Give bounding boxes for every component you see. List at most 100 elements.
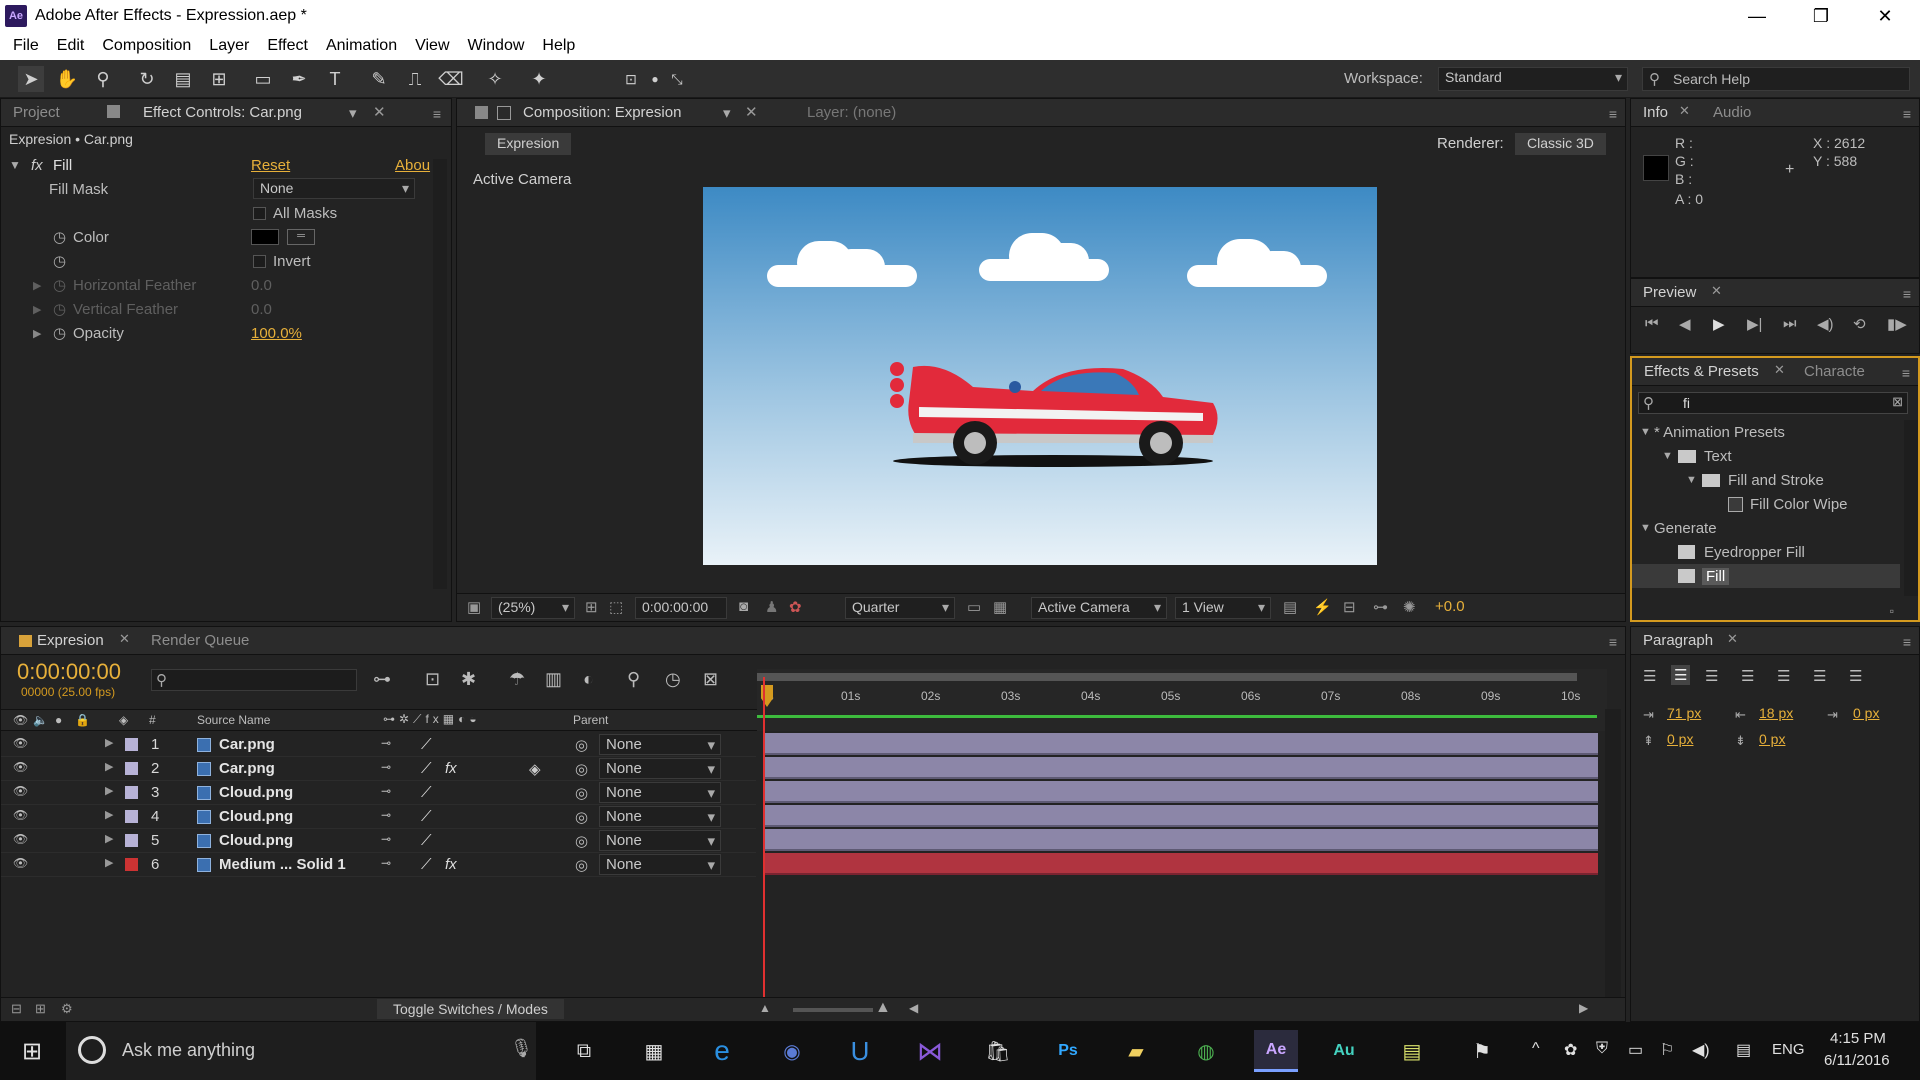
about-link[interactable]: Abou <box>395 157 430 174</box>
store-app-icon[interactable]: 🛍 <box>976 1030 1020 1072</box>
close-tab-icon[interactable]: ✕ <box>119 631 130 647</box>
auto-keyframe-icon[interactable]: ◷ <box>665 669 681 690</box>
menu-file[interactable]: File <box>4 37 48 55</box>
close-tab-icon[interactable]: ✕ <box>373 103 386 121</box>
close-tab-icon[interactable]: ✕ <box>1727 631 1738 647</box>
edge-browser-icon[interactable]: e <box>700 1030 744 1072</box>
last-frame-icon[interactable]: ⏭ <box>1783 315 1797 332</box>
tree-item-fill-color-wipe[interactable]: Fill Color Wipe <box>1632 492 1900 516</box>
tree-item-eyedropper-fill[interactable]: Eyedropper Fill <box>1632 540 1900 564</box>
panel-menu-icon[interactable]: ≡ <box>1609 106 1617 122</box>
space-after-value[interactable]: 0 px <box>1759 731 1785 747</box>
lock-icon[interactable] <box>475 106 488 119</box>
panel-menu-icon[interactable]: ≡ <box>1902 365 1910 381</box>
color-swatch[interactable] <box>251 229 279 245</box>
layer-duration-bar[interactable] <box>763 733 1598 755</box>
snapshot-camera-icon[interactable]: ◙ <box>739 598 748 615</box>
panel-menu-icon[interactable]: ≡ <box>1903 106 1911 122</box>
chromium-browser-icon[interactable]: ◉ <box>770 1030 814 1072</box>
text-tool-icon[interactable]: T <box>322 66 348 92</box>
tab-composition[interactable]: Composition: Expresion <box>523 104 681 121</box>
fill-mask-dropdown[interactable]: None <box>253 178 415 199</box>
expand-triangle-icon[interactable]: ▼ <box>1640 522 1651 534</box>
channel-icon[interactable]: ✿ <box>789 598 802 616</box>
clear-search-icon[interactable]: ⊠ <box>1892 394 1903 410</box>
clone-stamp-tool-icon[interactable]: ⎍ <box>402 66 428 92</box>
layer-switches-icon[interactable]: ⊟ <box>11 1001 22 1017</box>
draft-3d-icon[interactable]: ⊡ <box>425 669 440 690</box>
audio-icon[interactable]: 🔈 <box>33 713 48 727</box>
motion-blur-icon[interactable]: ▥ <box>545 669 562 690</box>
space-before-value[interactable]: 0 px <box>1667 731 1693 747</box>
brush-tool-icon[interactable]: ✎ <box>366 66 392 92</box>
windows-start-icon[interactable]: ⊞ <box>10 1030 54 1072</box>
expand-triangle-icon[interactable]: ▼ <box>1640 426 1651 438</box>
cloud-image[interactable] <box>1187 235 1327 291</box>
close-tab-icon[interactable]: ✕ <box>1774 362 1785 378</box>
language-indicator[interactable]: ENG <box>1772 1041 1805 1058</box>
eyedropper-icon[interactable]: ═ <box>287 229 315 245</box>
tab-info[interactable]: Info <box>1631 104 1680 121</box>
roto-brush-tool-icon[interactable]: ✧ <box>482 66 508 92</box>
all-masks-checkbox[interactable] <box>253 206 266 220</box>
flowchart-icon[interactable]: ⊶ <box>1373 598 1388 616</box>
mask-visibility-icon[interactable]: ⬚ <box>609 598 623 616</box>
layer-search-field[interactable]: ⚲ <box>151 669 357 691</box>
toggle-pixel-icon[interactable]: ▤ <box>1283 598 1297 616</box>
justify-all-icon[interactable]: ☰ <box>1849 667 1862 685</box>
view-layout-dropdown[interactable]: 1 View <box>1175 597 1271 619</box>
expand-triangle-icon[interactable]: ▶ <box>33 327 41 340</box>
loop-icon[interactable]: ⟲ <box>1853 315 1866 333</box>
time-ruler[interactable]: 0s01s02s03s04s05s06s07s08s09s10s <box>757 669 1607 731</box>
file-explorer-icon[interactable]: ▰ <box>1114 1030 1158 1072</box>
indent-left-value[interactable]: 71 px <box>1667 705 1701 721</box>
work-area-bar[interactable] <box>757 673 1577 681</box>
scrollbar[interactable] <box>1904 420 1918 596</box>
tab-layer[interactable]: Layer: (none) <box>807 104 896 121</box>
tab-timeline[interactable]: Expresion <box>37 632 104 649</box>
unreal-editor-icon[interactable]: U <box>838 1030 882 1072</box>
chrome-browser-icon[interactable]: ◍ <box>1184 1030 1228 1072</box>
shy-layers-icon[interactable]: ✱ <box>461 669 476 690</box>
volume-icon[interactable]: ◀) <box>1692 1040 1710 1060</box>
tree-item-generate[interactable]: ▼ Generate <box>1632 516 1900 540</box>
visibility-icon[interactable]: 👁 <box>13 713 28 727</box>
tray-app-icon[interactable]: ✿ <box>1564 1040 1577 1060</box>
align-left-icon[interactable]: ☰ <box>1643 667 1656 685</box>
clock-date[interactable]: 6/11/2016 <box>1824 1052 1890 1069</box>
tab-project[interactable]: Project <box>1 104 72 121</box>
indent-right-value[interactable]: 18 px <box>1759 705 1793 721</box>
panel-menu-icon[interactable]: ≡ <box>1903 634 1911 650</box>
previous-frame-icon[interactable]: ◀ <box>1679 315 1691 333</box>
network-icon[interactable]: ⚐ <box>1660 1040 1674 1060</box>
close-tab-icon[interactable]: ✕ <box>1679 103 1690 119</box>
solo-icon[interactable]: ● <box>55 713 62 727</box>
camera-tool-icon[interactable]: ▤ <box>170 66 196 92</box>
tree-item-animation-presets[interactable]: ▼ * Animation Presets <box>1632 420 1900 444</box>
col-parent[interactable]: Parent <box>573 713 608 727</box>
expand-triangle-icon[interactable]: ▶ <box>33 279 41 292</box>
opacity-value[interactable]: 100.0% <box>251 325 302 342</box>
minimize-button[interactable]: — <box>1726 0 1788 32</box>
zoom-in-icon[interactable]: ▲ <box>875 999 891 1017</box>
chevron-down-icon[interactable]: ▾ <box>349 104 357 122</box>
action-center-icon[interactable]: ▤ <box>1736 1040 1751 1060</box>
region-of-interest-icon[interactable]: ▭ <box>967 598 981 616</box>
panel-menu-icon[interactable]: ≡ <box>433 106 441 122</box>
zoom-out-icon[interactable]: ▲ <box>759 1001 771 1015</box>
lock-icon[interactable]: 🔒 <box>75 713 90 727</box>
search-help-field[interactable]: ⚲ Search Help <box>1642 67 1910 91</box>
first-frame-icon[interactable]: ⏮ <box>1645 315 1659 332</box>
zoom-slider[interactable] <box>793 1008 873 1012</box>
chevron-down-icon[interactable]: ▾ <box>723 104 731 122</box>
zoom-tool-icon[interactable]: ⚲ <box>90 66 116 92</box>
brainstorm-icon[interactable]: ◐ <box>583 669 594 690</box>
graph-editor-icon[interactable]: ⚲ <box>627 669 640 690</box>
tab-render-queue[interactable]: Render Queue <box>151 632 249 649</box>
restore-button[interactable]: ❐ <box>1790 0 1852 32</box>
invert-checkbox[interactable] <box>253 254 266 268</box>
panel-menu-icon[interactable]: ≡ <box>1903 286 1911 302</box>
close-tab-icon[interactable]: ✕ <box>1711 283 1722 299</box>
composition-mini-flowchart-icon[interactable]: ⊶ <box>373 669 391 690</box>
task-view-icon[interactable]: ⧉ <box>562 1030 606 1072</box>
